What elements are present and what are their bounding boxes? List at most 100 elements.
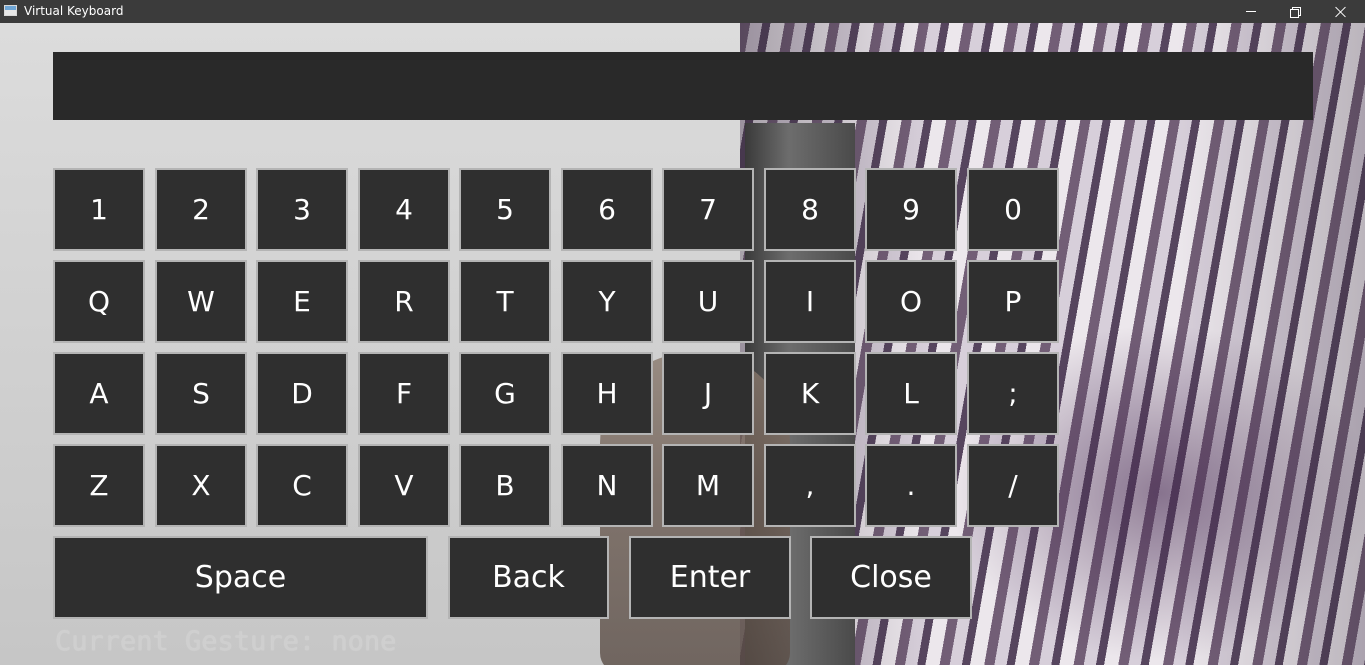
key-e[interactable]: E: [256, 260, 348, 343]
virtual-keyboard-window: Virtual Keyboard 1 2 3 4 5 6 7 8 9 0 Q W E R T Y U I O P A S D…: [0, 0, 1365, 665]
key-2[interactable]: 2: [155, 168, 247, 251]
key-label: 8: [801, 193, 819, 226]
key-label: Q: [87, 285, 111, 318]
key-label: T: [496, 285, 514, 318]
key-c[interactable]: C: [256, 444, 348, 527]
key-t[interactable]: T: [459, 260, 551, 343]
key-7[interactable]: 7: [662, 168, 754, 251]
key-8[interactable]: 8: [764, 168, 856, 251]
back-key-label: Back: [492, 560, 565, 595]
key-6[interactable]: 6: [561, 168, 653, 251]
minimize-button[interactable]: [1228, 0, 1273, 23]
key-3[interactable]: 3: [256, 168, 348, 251]
key-label: Y: [598, 285, 616, 318]
key-label: 4: [395, 193, 413, 226]
typed-text-display: [53, 52, 1313, 120]
close-icon: [1335, 6, 1347, 18]
key-label: V: [394, 469, 414, 502]
key-label: N: [596, 469, 618, 502]
key-r[interactable]: R: [358, 260, 450, 343]
key-m[interactable]: M: [662, 444, 754, 527]
key-a[interactable]: A: [53, 352, 145, 435]
key-label: 1: [90, 193, 108, 226]
space-key[interactable]: Space: [53, 536, 428, 619]
key-label: M: [695, 469, 721, 502]
enter-key[interactable]: Enter: [629, 536, 791, 619]
key-4[interactable]: 4: [358, 168, 450, 251]
key-label: P: [1004, 285, 1022, 318]
key-label: 9: [902, 193, 920, 226]
app-icon: [4, 5, 17, 16]
key-p[interactable]: P: [967, 260, 1059, 343]
space-key-label: Space: [194, 560, 287, 595]
title-bar: Virtual Keyboard: [0, 0, 1365, 23]
key-slash[interactable]: /: [967, 444, 1059, 527]
key-label: C: [292, 469, 312, 502]
key-0[interactable]: 0: [967, 168, 1059, 251]
key-y[interactable]: Y: [561, 260, 653, 343]
restore-icon: [1289, 6, 1301, 18]
key-label: J: [703, 377, 713, 410]
key-semicolon[interactable]: ;: [967, 352, 1059, 435]
close-key[interactable]: Close: [810, 536, 972, 619]
key-label: 6: [598, 193, 616, 226]
key-label: F: [395, 377, 413, 410]
key-1[interactable]: 1: [53, 168, 145, 251]
key-label: ,: [805, 469, 815, 502]
key-d[interactable]: D: [256, 352, 348, 435]
close-key-label: Close: [850, 560, 932, 595]
key-label: U: [697, 285, 719, 318]
key-label: G: [494, 377, 516, 410]
key-g[interactable]: G: [459, 352, 551, 435]
key-v[interactable]: V: [358, 444, 450, 527]
minimize-icon: [1245, 11, 1256, 12]
key-b[interactable]: B: [459, 444, 551, 527]
key-period[interactable]: .: [865, 444, 957, 527]
close-window-button[interactable]: [1318, 0, 1363, 23]
key-i[interactable]: I: [764, 260, 856, 343]
key-label: I: [805, 285, 815, 318]
back-key[interactable]: Back: [448, 536, 609, 619]
key-label: 5: [496, 193, 514, 226]
key-label: X: [191, 469, 211, 502]
key-label: 3: [293, 193, 311, 226]
key-o[interactable]: O: [865, 260, 957, 343]
key-s[interactable]: S: [155, 352, 247, 435]
key-label: O: [899, 285, 923, 318]
key-label: D: [291, 377, 313, 410]
key-label: S: [192, 377, 210, 410]
key-f[interactable]: F: [358, 352, 450, 435]
key-label: 7: [699, 193, 717, 226]
key-j[interactable]: J: [662, 352, 754, 435]
key-label: E: [293, 285, 311, 318]
enter-key-label: Enter: [669, 560, 751, 595]
key-u[interactable]: U: [662, 260, 754, 343]
key-n[interactable]: N: [561, 444, 653, 527]
key-label: H: [596, 377, 618, 410]
key-label: /: [1008, 469, 1018, 502]
key-label: .: [906, 469, 916, 502]
key-comma[interactable]: ,: [764, 444, 856, 527]
key-k[interactable]: K: [764, 352, 856, 435]
key-label: R: [394, 285, 414, 318]
window-title: Virtual Keyboard: [24, 4, 124, 18]
key-q[interactable]: Q: [53, 260, 145, 343]
key-label: K: [800, 377, 820, 410]
current-gesture-status: Current Gesture: none: [55, 626, 397, 657]
key-x[interactable]: X: [155, 444, 247, 527]
key-w[interactable]: W: [155, 260, 247, 343]
key-label: B: [495, 469, 515, 502]
key-label: A: [89, 377, 109, 410]
key-label: Z: [89, 469, 109, 502]
key-5[interactable]: 5: [459, 168, 551, 251]
key-label: 0: [1004, 193, 1022, 226]
key-label: 2: [192, 193, 210, 226]
key-l[interactable]: L: [865, 352, 957, 435]
key-label: ;: [1008, 377, 1018, 410]
maximize-button[interactable]: [1272, 0, 1317, 23]
key-h[interactable]: H: [561, 352, 653, 435]
key-label: L: [903, 377, 919, 410]
key-label: W: [187, 285, 215, 318]
key-z[interactable]: Z: [53, 444, 145, 527]
key-9[interactable]: 9: [865, 168, 957, 251]
